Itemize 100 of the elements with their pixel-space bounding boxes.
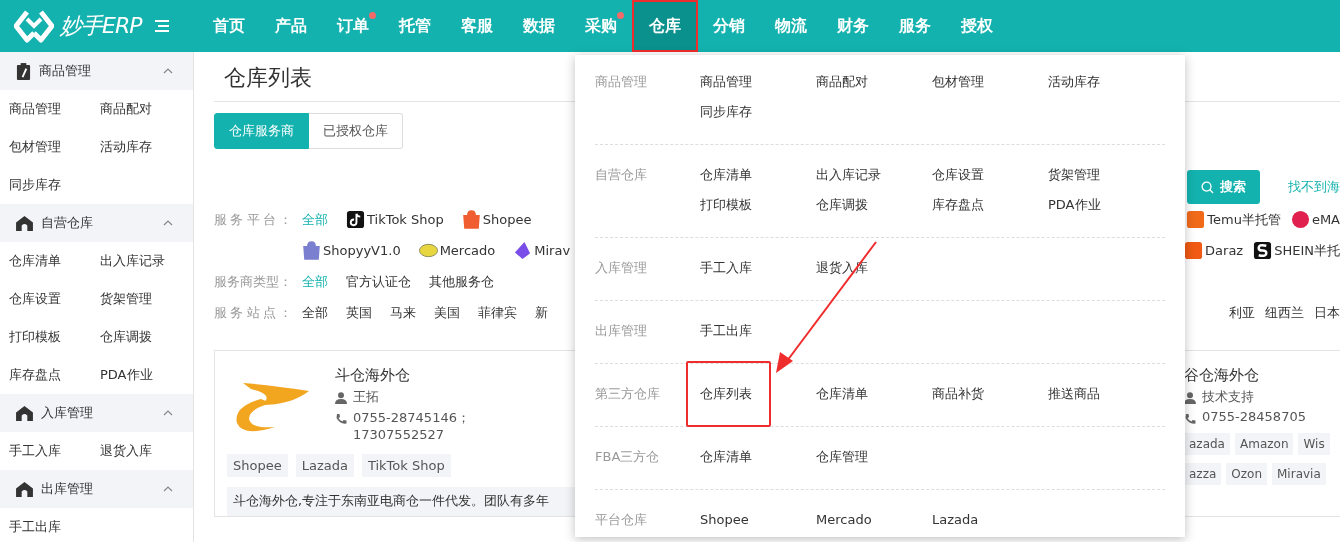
filter-option[interactable]: 英国 <box>346 303 372 322</box>
person-icon <box>1184 392 1196 404</box>
menu-item[interactable]: 仓库设置 <box>932 160 1048 190</box>
search-icon <box>1201 180 1214 194</box>
menu-item[interactable]: 仓库调拨 <box>816 190 932 220</box>
menu-category: 出库管理 <box>595 322 648 340</box>
menu-item[interactable]: 打印模板 <box>700 190 816 220</box>
menu-item[interactable]: 货架管理 <box>1048 160 1164 190</box>
tab[interactable]: 已授权仓库 <box>309 113 403 149</box>
sidebar-item[interactable]: 手工入库 <box>0 432 91 470</box>
filter-option[interactable]: 新 <box>535 303 548 322</box>
sidebar-item[interactable]: 打印模板 <box>0 318 91 356</box>
chevron-icon <box>163 486 173 492</box>
house-icon <box>16 405 33 421</box>
filter-option[interactable]: TikTok Shop <box>346 210 444 229</box>
platform-tag: azza <box>1184 463 1222 485</box>
menu-item[interactable]: 手工入库 <box>700 253 816 283</box>
sidebar-item[interactable]: 库存盘点 <box>0 356 91 394</box>
platform-tag: Miravia <box>1272 463 1326 485</box>
menu-item[interactable]: Mercado <box>816 505 932 535</box>
filter-option[interactable]: Mirav <box>513 241 571 260</box>
filter-option[interactable]: 美国 <box>434 303 460 322</box>
filter-label: 服务商类型： <box>214 273 292 291</box>
sidebar-group-title: 商品管理 <box>39 62 92 80</box>
sidebar-group-title: 入库管理 <box>41 404 94 422</box>
menu-item[interactable]: 活动库存 <box>1048 67 1164 97</box>
platform-logo-icon <box>1186 210 1206 229</box>
phone-icon <box>335 413 347 425</box>
menu-item[interactable]: 仓库清单 <box>700 442 816 472</box>
filter-option[interactable]: Shopee <box>461 210 532 229</box>
sidebar-item[interactable]: 退货入库 <box>91 432 182 470</box>
filter-option[interactable]: eMA <box>1290 210 1340 229</box>
filter-option[interactable]: ShopyyV1.0 <box>302 241 401 260</box>
menu-item[interactable]: 仓库清单 <box>700 160 816 190</box>
menu-item[interactable]: 包材管理 <box>932 67 1048 97</box>
sidebar-item[interactable]: 包材管理 <box>0 128 91 166</box>
person-icon <box>335 392 347 404</box>
filter-option[interactable]: 官方认证仓 <box>346 272 411 291</box>
menu-item[interactable]: 推送商品 <box>1048 379 1164 409</box>
menu-item[interactable]: 仓库管理 <box>816 442 932 472</box>
phone-number: 0755-28458705 <box>1202 409 1306 424</box>
platform-logo-icon <box>1253 241 1273 260</box>
sidebar-item[interactable]: 商品管理 <box>0 90 91 128</box>
sidebar-item[interactable]: 活动库存 <box>91 128 182 166</box>
menu-category: FBA三方仓 <box>595 448 661 466</box>
sidebar-group-header[interactable]: 入库管理 <box>0 394 193 432</box>
menu-item[interactable]: 商品配对 <box>816 67 932 97</box>
sidebar-group-header[interactable]: 商品管理 <box>0 52 193 90</box>
sidebar-item[interactable]: 出入库记录 <box>91 242 182 280</box>
contact-name: 王拓 <box>353 388 379 406</box>
menu-item[interactable]: 出入库记录 <box>816 160 932 190</box>
chevron-icon <box>163 410 173 416</box>
platform-logo-icon <box>1184 241 1204 260</box>
sidebar-group-title: 自营仓库 <box>41 214 94 232</box>
filter-option[interactable]: 全部 <box>302 303 328 322</box>
nav-tab[interactable]: 仓库 <box>632 0 698 52</box>
menu-item[interactable]: 同步库存 <box>700 97 816 127</box>
sidebar-group-header[interactable]: 自营仓库 <box>0 204 193 242</box>
platform-tag: Lazada <box>295 454 354 477</box>
contact-name: 技术支持 <box>1202 388 1254 406</box>
filter-option[interactable]: SHEIN半托 <box>1253 241 1340 260</box>
sidebar-item[interactable]: 货架管理 <box>91 280 182 318</box>
sidebar-item[interactable]: 手工出库 <box>0 508 91 542</box>
house-icon <box>16 215 33 231</box>
sidebar-item[interactable]: 仓库清单 <box>0 242 91 280</box>
menu-item[interactable]: 仓库清单 <box>816 379 932 409</box>
sidebar-group-header[interactable]: 出库管理 <box>0 470 193 508</box>
menu-item[interactable]: 库存盘点 <box>932 190 1048 220</box>
menu-item[interactable]: 商品补货 <box>932 379 1048 409</box>
filter-option[interactable]: Temu半托管 <box>1186 210 1281 229</box>
filter-option[interactable]: Mercado <box>418 241 496 260</box>
sidebar-item[interactable]: 同步库存 <box>0 166 91 204</box>
filter-option[interactable]: 纽西兰 <box>1265 303 1304 322</box>
menu-item[interactable]: PDA作业 <box>1048 190 1164 220</box>
chevron-icon <box>163 220 173 226</box>
menu-icon[interactable] <box>155 20 170 32</box>
warehouse-name: 谷仓海外仓 <box>1184 365 1260 385</box>
menu-item[interactable]: 商品管理 <box>700 67 816 97</box>
filter-option[interactable]: 菲律宾 <box>478 303 517 322</box>
platform-logo-icon <box>302 241 321 260</box>
sidebar-item[interactable]: 仓库调拨 <box>91 318 182 356</box>
filter-option[interactable]: 其他服务仓 <box>429 272 494 291</box>
platform-tag: Wis <box>1298 433 1330 455</box>
platform-tag: Ozon <box>1226 463 1267 485</box>
filter-option[interactable]: 日本 <box>1314 303 1340 322</box>
phone-number: 0755-28745146；17307552527 <box>353 409 471 442</box>
filter-option[interactable]: Daraz <box>1184 241 1244 260</box>
filter-label: 服务站点： <box>214 304 292 322</box>
sidebar-item[interactable]: 仓库设置 <box>0 280 91 318</box>
menu-category: 自营仓库 <box>595 166 648 184</box>
sidebar-item[interactable]: 商品配对 <box>91 90 182 128</box>
menu-item[interactable]: 仓库列表 <box>686 361 771 427</box>
menu-item[interactable]: 手工出库 <box>700 316 816 346</box>
sidebar-item[interactable]: PDA作业 <box>91 356 182 394</box>
platform-logo-icon <box>513 241 533 260</box>
filter-label: 服务平台： <box>214 211 292 229</box>
filter-option[interactable]: 利亚 <box>1229 303 1255 322</box>
filter-option[interactable]: 马来 <box>390 303 416 322</box>
menu-item[interactable]: Shopee <box>700 505 816 535</box>
menu-item[interactable]: Lazada <box>932 505 1048 535</box>
